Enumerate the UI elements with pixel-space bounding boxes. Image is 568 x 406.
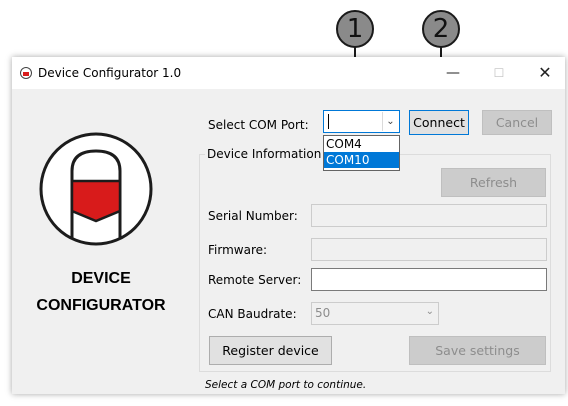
brand-line-2: CONFIGURATOR — [36, 297, 166, 314]
callout-1-number: 1 — [346, 14, 364, 44]
minimize-button[interactable]: — — [430, 57, 476, 89]
app-window: Device Configurator 1.0 — ☐ ✕ DEVICE CON… — [12, 57, 565, 394]
device-logo-icon — [39, 132, 153, 246]
connect-button[interactable]: Connect — [409, 110, 469, 135]
can-baudrate-value: 50 — [315, 306, 331, 320]
callout-1-marker: 1 — [336, 10, 374, 48]
remote-server-input[interactable] — [311, 268, 547, 291]
close-button[interactable]: ✕ — [522, 57, 568, 89]
device-info-title: Device Information — [205, 147, 324, 161]
callout-2-marker: 2 — [422, 10, 460, 48]
app-icon — [20, 67, 32, 79]
brand-line-1: DEVICE — [71, 270, 131, 287]
firmware-label: Firmware: — [208, 243, 268, 257]
window-title: Device Configurator 1.0 — [38, 66, 182, 80]
com-port-option[interactable]: COM4 — [324, 136, 399, 152]
text-caret — [328, 114, 329, 129]
can-baudrate-select[interactable]: 50 ⌄ — [311, 302, 439, 325]
status-text: Select a COM port to continue. — [205, 379, 367, 391]
save-settings-button[interactable]: Save settings — [409, 336, 546, 365]
chevron-down-icon: ⌄ — [425, 306, 434, 317]
serial-number-field — [311, 204, 547, 227]
com-port-dropdown-list: COM4 COM10 — [323, 135, 400, 171]
cancel-button[interactable]: Cancel — [482, 110, 552, 135]
maximize-button[interactable]: ☐ — [476, 57, 522, 89]
com-port-option-highlighted[interactable]: COM10 — [324, 152, 399, 168]
com-port-select[interactable]: ⌄ — [323, 110, 400, 133]
can-baudrate-label: CAN Baudrate: — [208, 307, 297, 321]
callout-2-number: 2 — [432, 14, 450, 44]
serial-number-label: Serial Number: — [208, 209, 298, 223]
com-port-label: Select COM Port: — [208, 118, 309, 132]
remote-server-label: Remote Server: — [208, 273, 302, 287]
title-bar[interactable]: Device Configurator 1.0 — ☐ ✕ — [12, 57, 565, 89]
chevron-down-icon[interactable]: ⌄ — [382, 112, 398, 131]
firmware-field — [311, 238, 547, 261]
refresh-button[interactable]: Refresh — [441, 168, 546, 197]
register-device-button[interactable]: Register device — [209, 336, 332, 365]
